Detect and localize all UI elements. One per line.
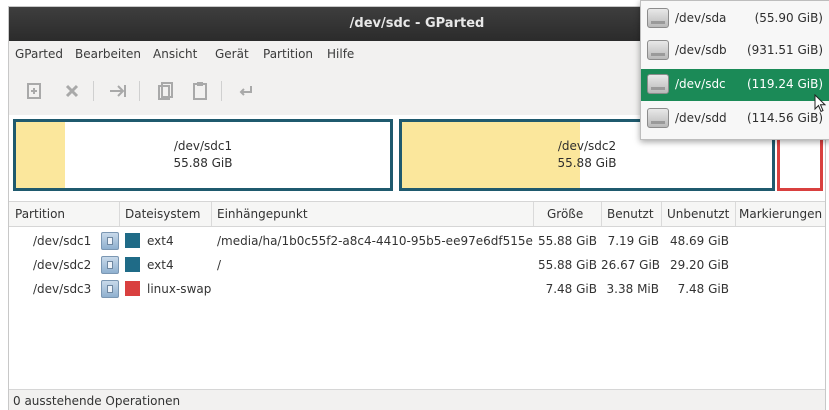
hard-drive-icon bbox=[647, 40, 669, 60]
menu-gparted[interactable]: GParted bbox=[15, 47, 63, 61]
toolbar-separator bbox=[221, 81, 222, 101]
column-unused[interactable]: Unbenutzt bbox=[667, 207, 729, 221]
unused-cell: 29.20 GiB bbox=[669, 258, 729, 272]
column-filesystem[interactable]: Dateisystem bbox=[125, 207, 200, 221]
mouse-cursor-icon bbox=[814, 94, 827, 113]
hard-drive-icon bbox=[647, 108, 669, 128]
lock-icon bbox=[101, 280, 119, 298]
toolbar-separator bbox=[139, 81, 140, 101]
size-cell: 55.88 GiB bbox=[537, 234, 597, 248]
used-cell: 26.67 GiB bbox=[601, 258, 661, 272]
toolbar-separator bbox=[93, 81, 94, 101]
device-name: /dev/sda bbox=[675, 11, 727, 25]
partition-block-name: /dev/sdc2 bbox=[557, 139, 617, 153]
table-row[interactable]: /dev/sdc2 ext4 / 55.88 GiB 26.67 GiB 29.… bbox=[9, 253, 825, 277]
unused-cell: 48.69 GiB bbox=[669, 234, 729, 248]
table-header: Partition Dateisystem Einhängepunkt Größ… bbox=[9, 202, 825, 227]
partition-block-sdc1[interactable]: /dev/sdc1 55.88 GiB bbox=[13, 119, 393, 191]
partition-block-name: /dev/sdc1 bbox=[173, 139, 233, 153]
device-name: /dev/sdb bbox=[675, 43, 727, 57]
hard-drive-icon bbox=[647, 8, 669, 28]
copy-icon[interactable] bbox=[155, 80, 177, 102]
lock-icon bbox=[101, 256, 119, 274]
undo-icon[interactable] bbox=[235, 80, 257, 102]
device-name: /dev/sdd bbox=[675, 111, 727, 125]
column-divider bbox=[533, 202, 534, 226]
hard-drive-icon bbox=[647, 74, 669, 94]
device-item-sda[interactable]: /dev/sda (55.90 GiB) bbox=[641, 3, 829, 35]
column-divider bbox=[735, 202, 736, 226]
resize-move-icon[interactable] bbox=[107, 80, 129, 102]
device-item-sdc[interactable]: /dev/sdc (119.24 GiB) bbox=[641, 69, 829, 101]
device-dropdown: /dev/sda (55.90 GiB) /dev/sdb (931.51 Gi… bbox=[640, 0, 829, 140]
size-cell: 7.48 GiB bbox=[545, 282, 597, 296]
device-item-sdb[interactable]: /dev/sdb (931.51 GiB) bbox=[641, 35, 829, 67]
mountpoint-cell: /media/ha/1b0c55f2-a8c4-4410-95b5-ee97e6… bbox=[217, 234, 533, 248]
column-divider bbox=[211, 202, 212, 226]
column-size[interactable]: Größe bbox=[547, 207, 583, 221]
menu-partition[interactable]: Partition bbox=[263, 47, 313, 61]
column-divider bbox=[661, 202, 662, 226]
partition-block-size: 55.88 GiB bbox=[173, 156, 233, 170]
partition-block-size: 55.88 GiB bbox=[557, 156, 617, 170]
table-row[interactable]: /dev/sdc3 linux-swap 7.48 GiB 3.38 MiB 7… bbox=[9, 277, 825, 301]
partition-cell: /dev/sdc2 bbox=[33, 258, 92, 272]
size-cell: 55.88 GiB bbox=[537, 258, 597, 272]
menu-bearbeiten[interactable]: Bearbeiten bbox=[75, 47, 141, 61]
device-size: (114.56 GiB) bbox=[746, 111, 823, 125]
used-cell: 3.38 MiB bbox=[606, 282, 659, 296]
filesystem-cell: ext4 bbox=[147, 234, 174, 248]
column-used[interactable]: Benutzt bbox=[607, 207, 654, 221]
paste-icon[interactable] bbox=[189, 80, 211, 102]
pending-operations-status: 0 ausstehende Operationen bbox=[13, 394, 181, 408]
device-size: (119.24 GiB) bbox=[746, 77, 823, 91]
column-partition[interactable]: Partition bbox=[15, 207, 65, 221]
filesystem-color-swatch bbox=[125, 257, 140, 272]
device-name: /dev/sdc bbox=[675, 77, 726, 91]
device-size: (931.51 GiB) bbox=[746, 43, 823, 57]
device-size: (55.90 GiB) bbox=[754, 11, 823, 25]
partition-cell: /dev/sdc1 bbox=[33, 234, 92, 248]
lock-icon bbox=[101, 232, 119, 250]
partition-cell: /dev/sdc3 bbox=[33, 282, 92, 296]
new-partition-icon[interactable] bbox=[23, 80, 45, 102]
filesystem-cell: linux-swap bbox=[147, 282, 212, 296]
device-item-sdd[interactable]: /dev/sdd (114.56 GiB) bbox=[641, 103, 829, 135]
delete-icon[interactable] bbox=[61, 80, 83, 102]
table-row[interactable]: /dev/sdc1 ext4 /media/ha/1b0c55f2-a8c4-4… bbox=[9, 229, 825, 253]
column-divider bbox=[601, 202, 602, 226]
partition-list: /dev/sdc1 ext4 /media/ha/1b0c55f2-a8c4-4… bbox=[9, 227, 825, 389]
menu-ansicht[interactable]: Ansicht bbox=[153, 47, 197, 61]
filesystem-color-swatch bbox=[125, 233, 140, 248]
mountpoint-cell: / bbox=[217, 258, 222, 272]
used-cell: 7.19 GiB bbox=[607, 234, 659, 248]
menu-geraet[interactable]: Gerät bbox=[215, 47, 249, 61]
filesystem-cell: ext4 bbox=[147, 258, 174, 272]
column-divider bbox=[119, 202, 120, 226]
status-bar: 0 ausstehende Operationen bbox=[9, 389, 825, 410]
menu-hilfe[interactable]: Hilfe bbox=[327, 47, 354, 61]
column-mountpoint[interactable]: Einhängepunkt bbox=[217, 207, 308, 221]
filesystem-color-swatch bbox=[125, 281, 140, 296]
column-flags[interactable]: Markierungen bbox=[739, 207, 822, 221]
unused-cell: 7.48 GiB bbox=[677, 282, 729, 296]
